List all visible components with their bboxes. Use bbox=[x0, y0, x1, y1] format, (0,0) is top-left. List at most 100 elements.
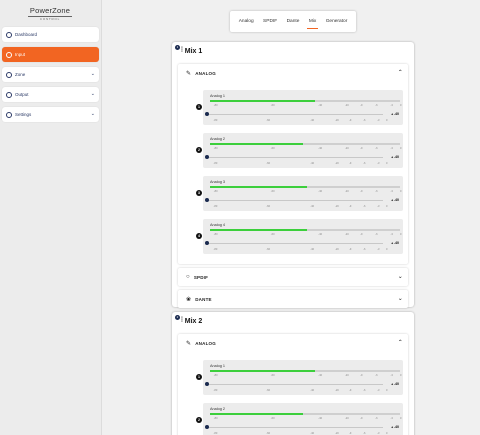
level-meter bbox=[210, 100, 400, 102]
meter-tick-label: -20 bbox=[344, 104, 349, 107]
level-meter bbox=[210, 143, 400, 145]
fader-handle[interactable] bbox=[205, 241, 210, 246]
fader-value-text: -40 bbox=[393, 382, 399, 386]
sidebar-item-dashboard[interactable]: Dashboard bbox=[2, 27, 99, 42]
channel-number-badge: 2 bbox=[196, 147, 202, 153]
meter-tick-label: -80 bbox=[213, 374, 218, 377]
chevron-down-icon[interactable]: ⌄ bbox=[91, 71, 95, 77]
meter-scale: -80 -60 -40 -20 -9 -6 -3 0 bbox=[210, 104, 402, 108]
fader-tick-label: -40 bbox=[310, 162, 315, 165]
fader-tick-label: -6 bbox=[363, 119, 366, 122]
level-meter bbox=[210, 370, 400, 372]
meter-tick-label: -40 bbox=[318, 374, 323, 377]
chevron-down-icon[interactable]: ⌄ bbox=[398, 295, 403, 302]
meter-tick-label: -40 bbox=[318, 104, 323, 107]
meter-tick-label: -60 bbox=[270, 233, 275, 236]
fader-value: ◂-40 bbox=[391, 425, 399, 429]
fader-value: ◂-40 bbox=[391, 241, 399, 245]
channel-panel: Analog 2 -80 -60 -40 -20 -9 -6 -3 0 ◂-40 -80 -60 -40… bbox=[203, 403, 403, 435]
volume-fader[interactable] bbox=[205, 425, 383, 430]
sidebar-item-label: Output bbox=[15, 92, 29, 97]
level-meter-fill bbox=[210, 229, 307, 231]
section-header[interactable]: ○ SPDIF ⌄ bbox=[178, 268, 408, 286]
fader-tick-label: -60 bbox=[266, 119, 271, 122]
meter-tick-label: -6 bbox=[375, 104, 378, 107]
meter-tick-label: -20 bbox=[344, 190, 349, 193]
sidebar-item-label: Zone bbox=[15, 72, 26, 77]
sidebar-item-zone[interactable]: Zone ⌄ bbox=[2, 67, 99, 82]
fader-tick-label: -3 bbox=[377, 205, 380, 208]
channel-panel: Analog 1 -80 -60 -40 -20 -9 -6 -3 0 ◂-40 -80 -60 -40… bbox=[203, 360, 403, 395]
meter-tick-label: -40 bbox=[318, 190, 323, 193]
fader-tick-label: -80 bbox=[213, 162, 218, 165]
tab-spdif[interactable]: SPDIF bbox=[262, 11, 278, 32]
fader-handle[interactable] bbox=[205, 198, 210, 203]
fader-tick-label: 0 bbox=[386, 162, 388, 165]
fader-tick-label: 0 bbox=[386, 248, 388, 251]
mix-title-text: Mix 1 bbox=[184, 47, 203, 55]
channel-panel: Analog 1 -80 -60 -40 -20 -9 -6 -3 0 ◂-40 -80 -60 -40… bbox=[203, 90, 403, 125]
fader-handle[interactable] bbox=[205, 425, 210, 430]
volume-fader[interactable] bbox=[205, 198, 383, 203]
channel-label: Analog 2 bbox=[210, 407, 225, 411]
fader-handle[interactable] bbox=[205, 155, 210, 160]
fader-tick-label: -20 bbox=[334, 162, 339, 165]
volume-fader[interactable] bbox=[205, 382, 383, 387]
section-header[interactable]: ❀ DANTE ⌄ bbox=[178, 290, 408, 308]
section-label: DANTE bbox=[195, 296, 212, 302]
chevron-down-icon[interactable]: ⌄ bbox=[91, 111, 95, 117]
meter-tick-label: -80 bbox=[213, 190, 218, 193]
meter-tick-label: -9 bbox=[360, 417, 363, 420]
meter-scale: -80 -60 -40 -20 -9 -6 -3 0 bbox=[210, 374, 402, 378]
section-header[interactable]: ✎ ANALOG ⌃ bbox=[178, 64, 408, 82]
chevron-down-icon[interactable]: ⌄ bbox=[91, 91, 95, 97]
fader-tick-label: -80 bbox=[213, 205, 218, 208]
fader-tick-label: -6 bbox=[363, 162, 366, 165]
fader-tick-label: -20 bbox=[334, 389, 339, 392]
fader-handle[interactable] bbox=[205, 112, 210, 117]
section-spdif: ○ SPDIF ⌄ bbox=[178, 268, 408, 286]
channel-number-badge: 4 bbox=[196, 233, 202, 239]
meter-tick-label: -6 bbox=[375, 190, 378, 193]
fader-tick-label: -9 bbox=[349, 162, 352, 165]
meter-tick-label: -9 bbox=[360, 104, 363, 107]
sidebar-item-label: Input bbox=[15, 52, 26, 57]
fader-tick-label: -6 bbox=[363, 389, 366, 392]
tab-mix[interactable]: Mix bbox=[306, 11, 319, 32]
chevron-up-icon[interactable]: ⌃ bbox=[398, 339, 403, 346]
chevron-up-icon[interactable]: ⌃ bbox=[398, 69, 403, 76]
meter-tick-label: 0 bbox=[400, 104, 402, 107]
tab-analog[interactable]: Analog bbox=[238, 11, 255, 32]
meter-tick-label: -6 bbox=[375, 147, 378, 150]
volume-fader[interactable] bbox=[205, 155, 383, 160]
meter-tick-label: -80 bbox=[213, 233, 218, 236]
meter-tick-label: -60 bbox=[270, 147, 275, 150]
volume-fader[interactable] bbox=[205, 241, 383, 246]
fader-value: ◂-40 bbox=[391, 112, 399, 116]
meter-tick-label: -3 bbox=[390, 374, 393, 377]
meter-tick-label: -6 bbox=[375, 417, 378, 420]
brand-sub: CONTROL bbox=[39, 17, 61, 21]
fader-value-text: -40 bbox=[393, 112, 399, 116]
sidebar-item-output[interactable]: Output ⌄ bbox=[2, 87, 99, 102]
fader-tick-label: -3 bbox=[377, 248, 380, 251]
tab-generator[interactable]: Generator bbox=[325, 11, 349, 32]
meter-tick-label: -6 bbox=[375, 233, 378, 236]
fader-handle[interactable] bbox=[205, 382, 210, 387]
volume-fader[interactable] bbox=[205, 112, 383, 117]
fader-tick-label: -9 bbox=[349, 389, 352, 392]
meter-tick-label: -20 bbox=[344, 417, 349, 420]
channel-label: Analog 1 bbox=[210, 94, 225, 98]
sidebar-item-settings[interactable]: Settings ⌄ bbox=[2, 107, 99, 122]
sidebar-item-input[interactable]: Input bbox=[2, 47, 99, 62]
sidebar-item-label: Dashboard bbox=[15, 32, 38, 37]
section-analog: ✎ ANALOG ⌃ 1 Analog 1 -80 -60 -40 -20 -9 -6 -3 0 ◂-40… bbox=[178, 64, 408, 264]
mix-badge: 1 bbox=[175, 45, 180, 50]
meter-tick-label: -3 bbox=[390, 190, 393, 193]
meter-tick-label: -40 bbox=[318, 233, 323, 236]
section-header[interactable]: ✎ ANALOG ⌃ bbox=[178, 334, 408, 352]
tab-dante[interactable]: Dante bbox=[286, 11, 301, 32]
fader-tick-label: -60 bbox=[266, 205, 271, 208]
chevron-down-icon[interactable]: ⌄ bbox=[398, 273, 403, 280]
section-label: ANALOG bbox=[195, 70, 216, 76]
